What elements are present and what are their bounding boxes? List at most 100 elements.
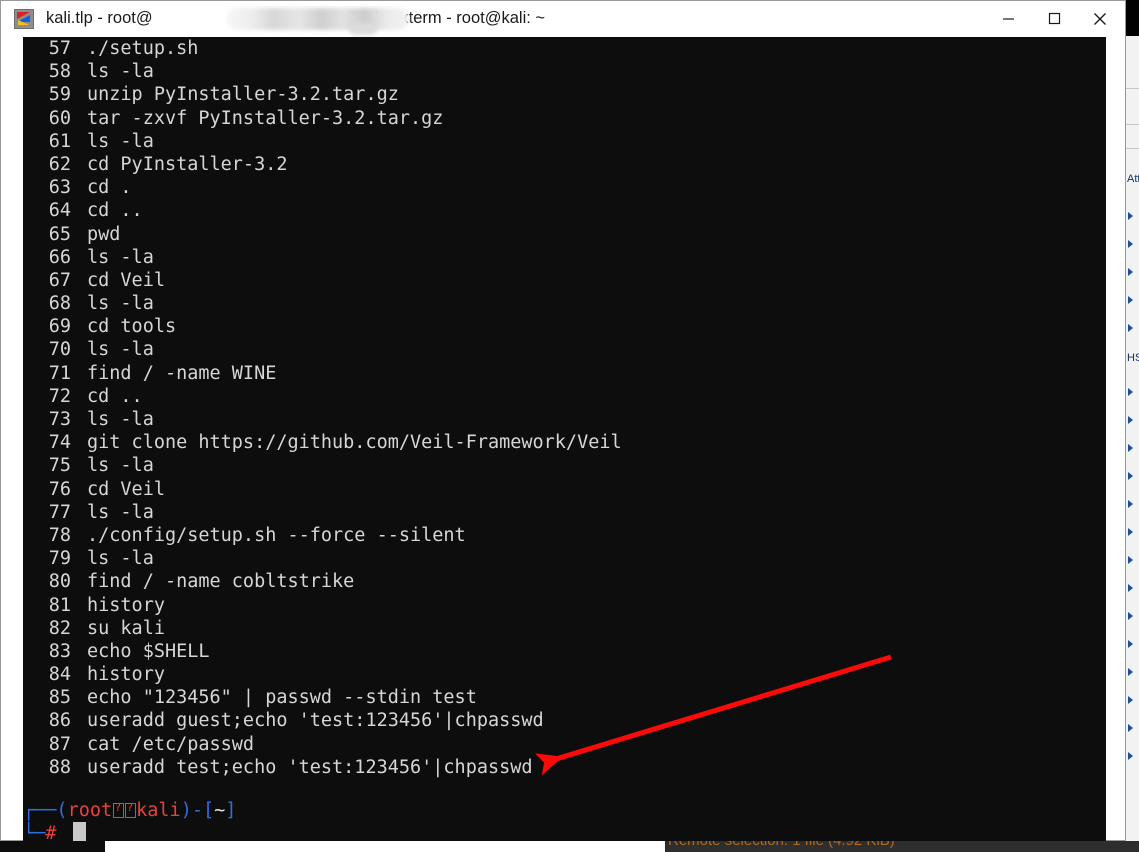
history-line: 78 ./config/setup.sh --force --silent bbox=[23, 524, 622, 547]
history-line-number: 62 bbox=[48, 153, 71, 175]
history-line-number: 76 bbox=[48, 478, 71, 500]
prompt-dash: - bbox=[191, 800, 203, 821]
prompt-symbol: # bbox=[45, 823, 57, 841]
history-line-number: 66 bbox=[48, 246, 71, 268]
minimize-button[interactable] bbox=[985, 2, 1031, 36]
history-line-command: pwd bbox=[87, 223, 121, 245]
history-line-command: ls -la bbox=[87, 409, 154, 430]
history-line-command: ls -la bbox=[87, 61, 154, 83]
history-line-number: 58 bbox=[48, 61, 71, 83]
history-line: 61 ls -la bbox=[23, 130, 622, 153]
history-line-number: 75 bbox=[48, 455, 71, 477]
redaction-blur-tail bbox=[349, 23, 377, 35]
history-line: 67 cd Veil bbox=[23, 269, 622, 292]
bitvise-xterm-icon bbox=[14, 8, 34, 29]
history-line-command: ls -la bbox=[87, 339, 154, 361]
history-line-number: 81 bbox=[48, 594, 71, 616]
history-line-number: 79 bbox=[48, 548, 71, 570]
history-line-command: cd PyInstaller-3.2 bbox=[87, 153, 288, 175]
history-line-number: 65 bbox=[48, 223, 71, 245]
history-line-number: 86 bbox=[48, 710, 71, 732]
history-line: 88 useradd test;echo 'test:123456'|chpass… bbox=[23, 756, 622, 779]
history-line: 58 ls -la bbox=[23, 60, 622, 83]
history-line: 73 ls -la bbox=[23, 408, 622, 431]
prompt-box-corner-bottom: └─ bbox=[23, 823, 46, 841]
history-line: 65 pwd bbox=[23, 223, 622, 246]
bg-file-label-hs: HS bbox=[1127, 352, 1139, 364]
history-line-command: su kali bbox=[87, 617, 165, 639]
history-line-command: tar -zxvf PyInstaller-3.2.tar.gz bbox=[87, 107, 444, 129]
prompt-user: root bbox=[67, 800, 113, 821]
command-history-list: 57 ./setup.sh 58 ls -la 59 unzip PyInstaller-… bbox=[23, 37, 622, 779]
terminal-screen[interactable]: 57 ./setup.sh 58 ls -la 59 unzip PyInstaller-… bbox=[23, 37, 1106, 841]
history-line-command: echo "123456" | passwd --stdin test bbox=[87, 687, 477, 709]
history-line-number: 60 bbox=[48, 107, 71, 129]
history-line-command: echo $SHELL bbox=[87, 640, 210, 662]
history-line-number: 77 bbox=[48, 501, 71, 523]
history-line-number: 83 bbox=[48, 640, 71, 662]
history-line-command: cat /etc/passwd bbox=[87, 733, 255, 755]
history-line-number: 64 bbox=[48, 200, 71, 222]
history-line-command: ls -la bbox=[87, 130, 154, 152]
history-line: 84 history bbox=[23, 663, 622, 686]
history-line-command: ./config/setup.sh --force --silent bbox=[87, 524, 466, 546]
history-line: 75 ls -la bbox=[23, 454, 622, 477]
history-line-command: useradd guest;echo 'test:123456'|chpassw… bbox=[87, 710, 544, 732]
history-line-number: 87 bbox=[48, 733, 71, 755]
close-button[interactable] bbox=[1077, 2, 1123, 36]
history-line: 59 unzip PyInstaller-3.2.tar.gz bbox=[23, 83, 622, 106]
history-line-command: ls -la bbox=[87, 548, 154, 570]
title-bar[interactable]: kali.tlp - root@ Bitvise xterm - root@ka… bbox=[1, 1, 1125, 36]
history-line: 64 cd .. bbox=[23, 199, 622, 222]
maximize-button[interactable] bbox=[1031, 2, 1077, 36]
prompt-host: kali bbox=[136, 800, 181, 821]
history-line-number: 70 bbox=[48, 339, 71, 361]
history-line-command: ls -la bbox=[87, 501, 154, 523]
history-line: 57 ./setup.sh bbox=[23, 37, 622, 60]
bg-file-label-att: Att bbox=[1127, 173, 1139, 185]
prompt-open-bracket: [ bbox=[202, 800, 215, 821]
remote-selection-status: Remote selection: 1 file (4.92 KiB) bbox=[668, 841, 895, 849]
history-line: 60 tar -zxvf PyInstaller-3.2.tar.gz bbox=[23, 107, 622, 130]
history-line-command: cd Veil bbox=[87, 269, 165, 291]
history-line: 81 history bbox=[23, 594, 622, 617]
prompt-box-corner-top: ┌── bbox=[23, 800, 57, 821]
history-line: 72 cd .. bbox=[23, 385, 622, 408]
history-line-command: unzip PyInstaller-3.2.tar.gz bbox=[87, 84, 399, 106]
history-line: 80 find / -name cobltstrike bbox=[23, 570, 622, 593]
history-line-number: 72 bbox=[48, 385, 71, 407]
window-controls bbox=[985, 1, 1125, 36]
history-line: 62 cd PyInstaller-3.2 bbox=[23, 153, 622, 176]
history-line: 83 echo $SHELL bbox=[23, 640, 622, 663]
history-line-number: 57 bbox=[48, 38, 71, 59]
history-line-number: 69 bbox=[48, 316, 71, 338]
history-line: 74 git clone https://github.com/Veil-Fram… bbox=[23, 431, 622, 454]
history-line-number: 85 bbox=[48, 687, 71, 709]
history-line-command: git clone https://github.com/Veil-Framew… bbox=[87, 432, 622, 454]
prompt-path: ~ bbox=[214, 800, 226, 821]
history-line: 77 ls -la bbox=[23, 501, 622, 524]
history-line-number: 82 bbox=[48, 617, 71, 639]
window-title-prefix: kali.tlp - root@ bbox=[46, 9, 158, 27]
history-line-number: 67 bbox=[48, 269, 71, 291]
history-line-command: ls -la bbox=[87, 246, 154, 268]
prompt-close-paren: ) bbox=[180, 800, 192, 821]
history-line: 70 ls -la bbox=[23, 338, 622, 361]
history-line-number: 73 bbox=[48, 409, 71, 430]
redaction-blur bbox=[226, 8, 409, 30]
history-line: 71 find / -name WINE bbox=[23, 362, 622, 385]
history-line: 66 ls -la bbox=[23, 246, 622, 269]
history-line-command: ls -la bbox=[87, 455, 154, 477]
bottom-clipped-strip: Remote selection: 1 file (4.92 KiB) bbox=[0, 841, 1139, 852]
history-line: 86 useradd guest;echo 'test:123456'|chpas… bbox=[23, 709, 622, 732]
history-line-number: 88 bbox=[48, 756, 71, 778]
history-line-command: ls -la bbox=[87, 293, 154, 315]
history-line: 68 ls -la bbox=[23, 292, 622, 315]
xterm-window: kali.tlp - root@ Bitvise xterm - root@ka… bbox=[0, 0, 1126, 841]
history-line-command: cd tools bbox=[87, 316, 177, 338]
history-line-number: 63 bbox=[48, 177, 71, 199]
history-line: 82 su kali bbox=[23, 617, 622, 640]
terminal-cursor bbox=[73, 822, 86, 841]
history-line: 76 cd Veil bbox=[23, 478, 622, 501]
history-line-command: cd .. bbox=[87, 385, 143, 407]
